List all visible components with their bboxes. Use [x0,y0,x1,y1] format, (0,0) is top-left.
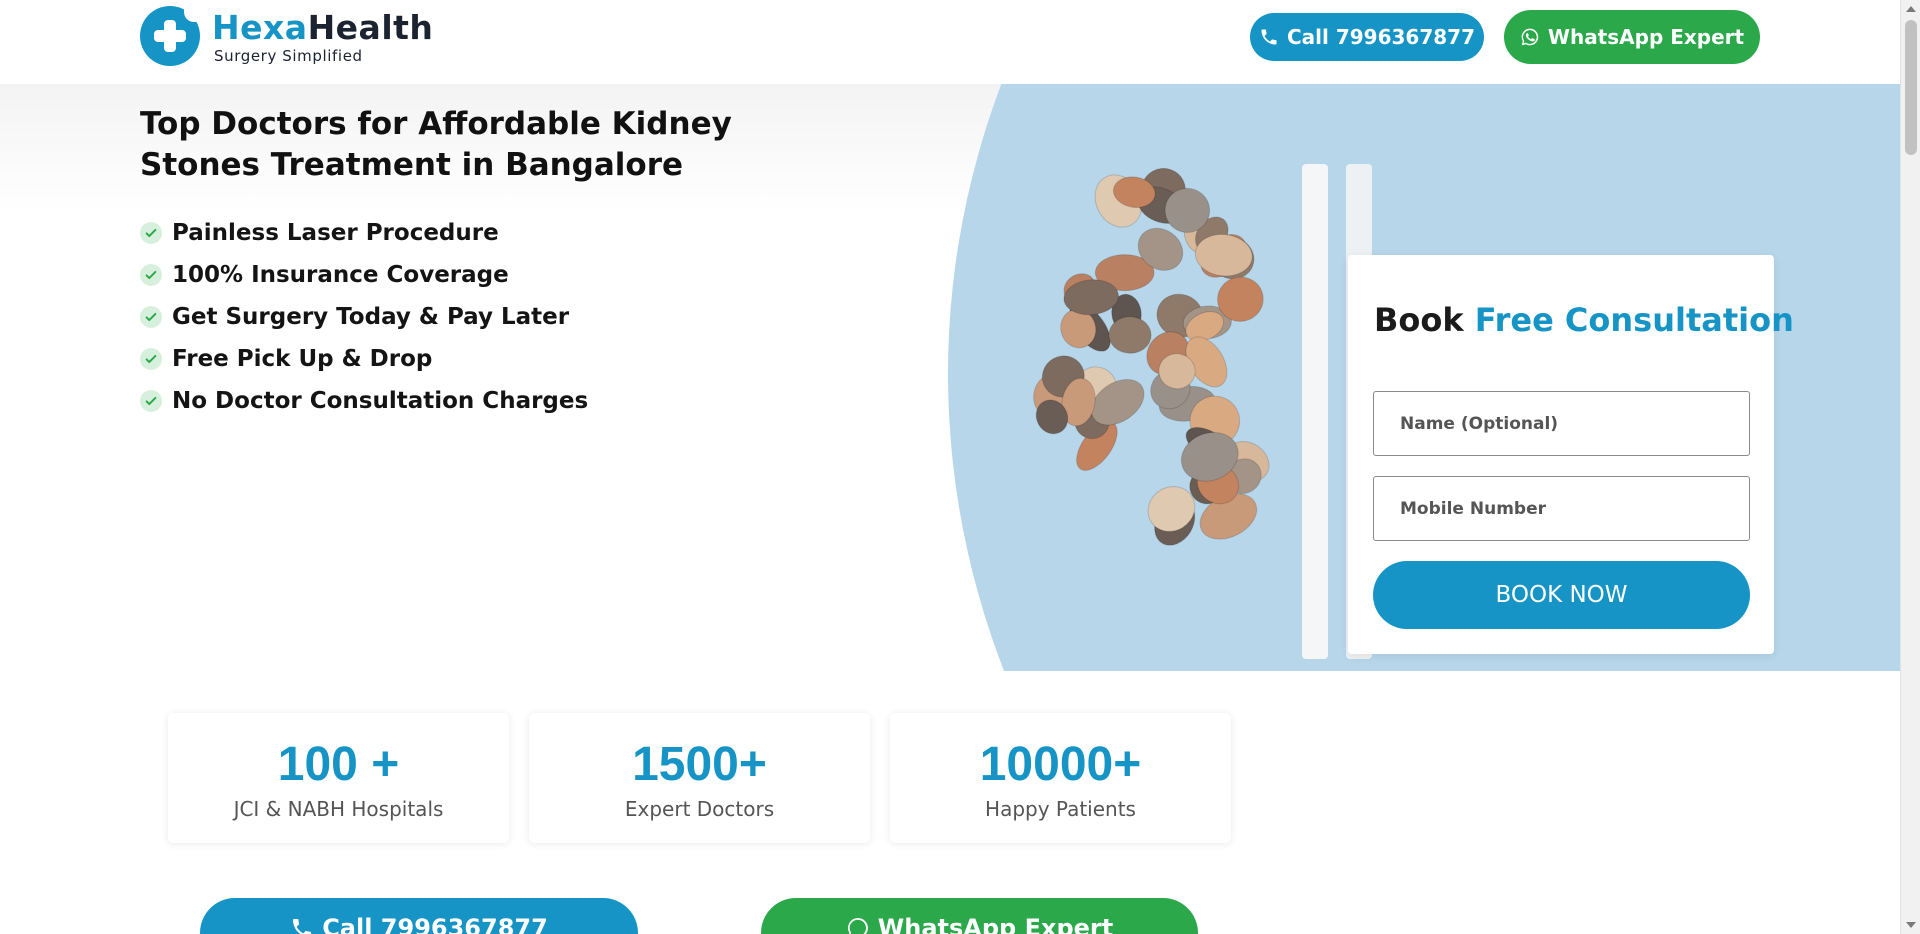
feature-label: No Doctor Consultation Charges [172,388,589,414]
whatsapp-icon [847,918,868,934]
mobile-number-input[interactable] [1373,476,1750,541]
site-header: HexaHealth Surgery Simplified Call 79963… [0,0,1900,84]
header-call-button[interactable]: Call 7996367877 [1250,13,1484,61]
feature-item: Get Surgery Today & Pay Later [140,296,588,338]
feature-label: Get Surgery Today & Pay Later [172,304,570,330]
check-icon [140,390,162,412]
hero-section: Top Doctors for Affordable Kidney Stones… [0,84,1900,671]
header-whatsapp-button[interactable]: WhatsApp Expert [1504,10,1760,64]
book-now-button[interactable]: BOOK NOW [1373,561,1750,629]
stat-value: 10000+ [979,738,1142,791]
phone-icon [293,919,312,934]
check-icon [140,222,162,244]
stone-shape [1108,316,1152,354]
name-input[interactable] [1373,391,1750,456]
header-whatsapp-label: WhatsApp Expert [1547,25,1745,49]
stat-label: Expert Doctors [624,797,775,821]
whatsapp-icon [1521,28,1539,46]
stat-label: JCI & NABH Hospitals [233,797,444,821]
check-icon [140,264,162,286]
stat-card-patients: 10000+ Happy Patients [890,713,1231,843]
stat-card-doctors: 1500+ Expert Doctors [529,713,870,843]
hexahealth-logo[interactable]: HexaHealth Surgery Simplified [140,6,433,68]
bottom-call-label: Call 7996367877 [322,914,548,934]
logo-tagline: Surgery Simplified [214,47,363,65]
stat-card-hospitals: 100 + JCI & NABH Hospitals [168,713,509,843]
check-icon [140,306,162,328]
stat-label: Happy Patients [985,797,1136,821]
bottom-call-button[interactable]: Call 7996367877 [200,898,638,934]
feature-item: Free Pick Up & Drop [140,338,588,380]
feature-item: Painless Laser Procedure [140,212,588,254]
form-title-accent: Free Consultation [1474,301,1794,339]
header-call-label: Call 7996367877 [1286,25,1475,49]
bottom-whatsapp-label: WhatsApp Expert [877,914,1114,934]
feature-item: 100% Insurance Coverage [140,254,588,296]
form-title: Book Free Consultation [1374,301,1794,339]
phone-icon [1261,29,1277,45]
feature-label: Painless Laser Procedure [172,220,499,246]
scrollbar-thumb[interactable] [1905,20,1917,155]
form-title-plain: Book [1374,301,1475,339]
feature-item: No Doctor Consultation Charges [140,380,588,422]
page-scrollbar[interactable] [1900,0,1920,934]
logo-wordmark: HexaHealth [212,8,433,47]
feature-label: 100% Insurance Coverage [172,262,509,288]
bottom-whatsapp-button[interactable]: WhatsApp Expert [761,898,1198,934]
stat-value: 100 + [277,738,400,791]
logo-cross-icon [140,6,200,66]
logo-word-health: Health [307,8,434,47]
feature-label: Free Pick Up & Drop [172,346,433,372]
check-icon [140,348,162,370]
stat-value: 1500+ [632,738,767,791]
hero-title: Top Doctors for Affordable Kidney Stones… [140,106,732,183]
scroll-down-arrow-icon[interactable] [1906,922,1916,928]
scroll-up-arrow-icon[interactable] [1906,6,1916,12]
consultation-form: Book Free Consultation BOOK NOW [1348,255,1794,654]
logo-word-hexa: Hexa [212,8,308,47]
feature-list: Painless Laser Procedure 100% Insurance … [140,212,588,422]
